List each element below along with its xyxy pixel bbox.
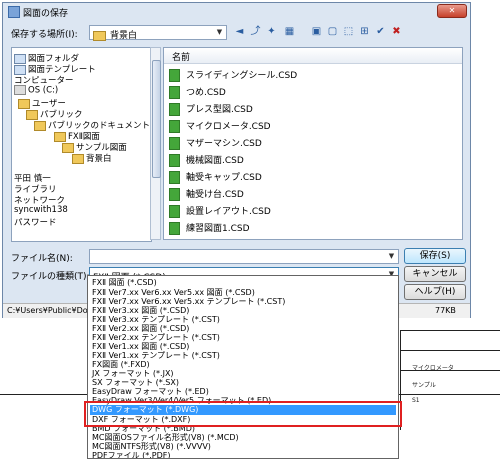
new-folder-icon[interactable]: ✦	[264, 25, 279, 39]
tree-item[interactable]: パスワード	[14, 216, 57, 228]
dialog-title: 図面の保存	[23, 9, 69, 19]
file-item[interactable]: マイクロメータ.CSD	[169, 119, 271, 135]
file-item[interactable]: 軸受け台.CSD	[169, 187, 244, 203]
csd-file-icon	[169, 137, 180, 150]
csd-file-icon	[169, 69, 180, 82]
csd-file-icon	[169, 188, 180, 201]
column-header-name[interactable]: 名前	[164, 48, 462, 64]
location-value: 背景白	[110, 31, 138, 41]
filetype-dropdown-list: FXⅡ 図面 (*.CSD) FXⅡ Ver7.xx Ver6.xx Ver5.…	[87, 275, 399, 459]
highlight-box	[84, 401, 402, 427]
folder-icon	[54, 131, 66, 142]
folder-icon	[18, 98, 30, 109]
drawing-folder-icon	[14, 53, 26, 64]
app-icon	[8, 6, 20, 18]
title-block-cell: S1	[412, 397, 420, 404]
tree-item[interactable]: syncwith138	[14, 205, 68, 215]
csd-file-icon	[169, 86, 180, 99]
file-item[interactable]: マザーマシン.CSD	[169, 136, 262, 152]
csd-file-icon	[169, 120, 180, 133]
back-icon[interactable]: ◄	[232, 25, 247, 39]
status-size: 77KB	[435, 306, 456, 315]
filetype-label: ファイルの種類(T):	[11, 272, 90, 282]
title-block-cell: サンプル	[412, 382, 436, 389]
file-list: 名前 スライディングシール.CSD つめ.CSD プレス型図.CSD マイクロメ…	[163, 47, 463, 240]
tool-icon-4[interactable]: ⊞	[357, 25, 372, 39]
location-combo[interactable]: 背景白 ▼	[89, 25, 227, 41]
csd-file-icon	[169, 171, 180, 184]
file-item[interactable]: 設置レイアウト.CSD	[169, 204, 271, 220]
title-block-line	[400, 350, 500, 351]
chevron-down-icon: ▼	[388, 252, 395, 260]
save-drawing-dialog: 図面の保存 ✕ 保存する場所(I): 背景白 ▼ ◄ ⤴ ✦ ▦ ▣ ▢ ⬚ ⊞…	[2, 2, 471, 318]
folder-icon	[26, 109, 38, 120]
filename-input[interactable]: ▼	[89, 249, 399, 264]
filename-label: ファイル名(N):	[11, 254, 73, 264]
folder-icon	[34, 120, 46, 131]
drive-icon	[14, 85, 26, 95]
tool-icon-2[interactable]: ▢	[325, 25, 340, 39]
csd-file-icon	[169, 222, 180, 235]
template-folder-icon	[14, 64, 26, 75]
csd-file-icon	[169, 154, 180, 167]
scrollbar-thumb[interactable]	[152, 60, 161, 178]
help-button[interactable]: ヘルプ(H)	[404, 284, 466, 300]
delete-icon[interactable]: ✖	[389, 25, 404, 39]
chevron-down-icon: ▼	[216, 28, 223, 36]
file-item[interactable]: つめ.CSD	[169, 85, 226, 101]
file-item[interactable]: 軸受キャップ.CSD	[169, 170, 262, 186]
view-menu-icon[interactable]: ▦	[282, 25, 297, 39]
save-button[interactable]: 保存(S)	[404, 248, 466, 264]
cancel-button[interactable]: キャンセル	[404, 266, 466, 282]
file-item[interactable]: プレス型図.CSD	[169, 102, 253, 118]
title-bar: 図面の保存 ✕	[3, 3, 470, 21]
csd-file-icon	[169, 205, 180, 218]
close-button[interactable]: ✕	[437, 4, 467, 18]
folder-icon	[72, 153, 84, 164]
file-item[interactable]: 練習図面1.CSD	[169, 221, 250, 237]
status-path: C:¥Users¥Public¥Docu	[7, 306, 98, 315]
file-item[interactable]: スライディングシール.CSD	[169, 68, 297, 84]
folder-icon	[93, 30, 106, 41]
filetype-option[interactable]: FXⅡ 図面 (*.CSD)	[90, 278, 396, 288]
folder-icon	[62, 142, 74, 153]
tool-icon-1[interactable]: ▣	[309, 25, 324, 39]
print-icon[interactable]: ⬚	[341, 25, 356, 39]
title-block-line	[400, 330, 500, 331]
navigation-tree: 図面フォルダ 図面テンプレート コンピューター OS (C:) ユーザー パブリ…	[11, 47, 152, 242]
file-item[interactable]: 機械図面.CSD	[169, 153, 244, 169]
tree-scrollbar[interactable]	[150, 47, 161, 240]
filetype-option[interactable]: PDFファイル (*.PDF)	[90, 451, 396, 458]
title-block-cell: マイクロメータ	[412, 365, 454, 372]
tree-item-selected[interactable]: 背景白	[72, 152, 112, 164]
up-folder-icon[interactable]: ⤴	[248, 25, 263, 39]
tree-item[interactable]: OS (C:)	[14, 85, 58, 96]
csd-file-icon	[169, 103, 180, 116]
location-label: 保存する場所(I):	[11, 30, 78, 40]
check-icon[interactable]: ✔	[373, 25, 388, 39]
